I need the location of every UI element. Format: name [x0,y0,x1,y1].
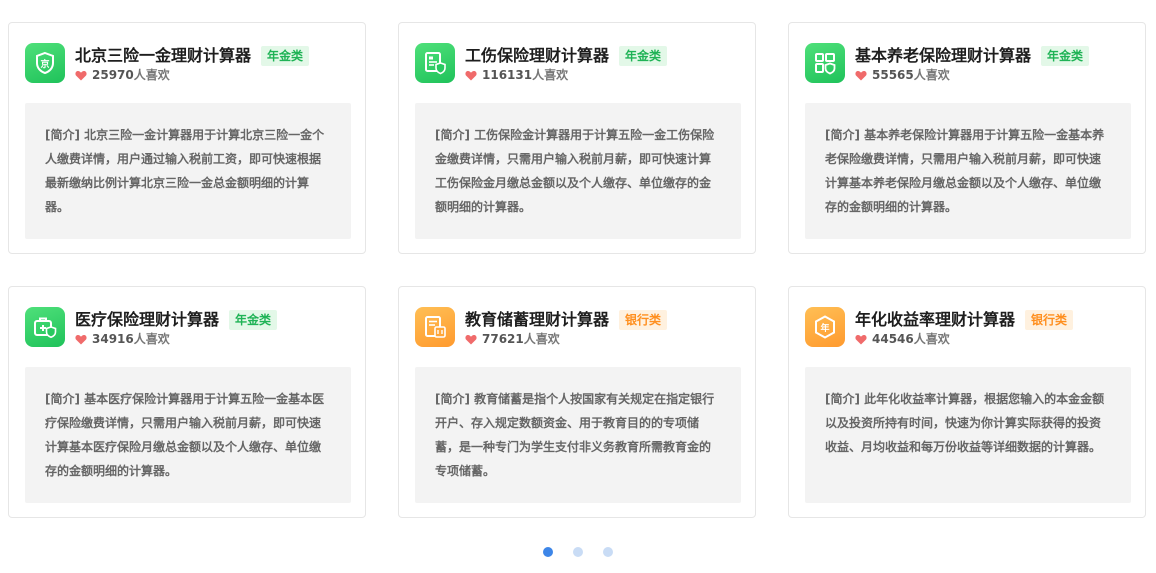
heart-icon [465,70,477,80]
medical-kit-shield-icon [25,307,65,347]
grid-shield-icon [805,43,845,83]
svg-text:年: 年 [820,322,829,334]
pagination-dot-3[interactable] [603,547,613,557]
document-shield-icon [415,43,455,83]
likes-count: 34916 人喜欢 [75,331,170,347]
card-description: [简介] 此年化收益率计算器，根据您输入的本金金额以及投资所持有时间，快速为你计… [805,367,1131,503]
likes-count: 77621 人喜欢 [465,331,560,347]
heart-icon [855,70,867,80]
beijing-shield-icon: 京 [25,43,65,83]
card-description: [简介] 北京三险一金计算器用于计算北京三险一金个人缴费详情，用户通过输入税前工… [25,103,351,239]
category-badge: 银行类 [619,310,668,330]
category-badge: 年金类 [1041,46,1090,66]
card-title[interactable]: 教育储蓄理财计算器 银行类 [465,309,668,331]
heart-icon [75,334,87,344]
category-badge: 年金类 [619,46,668,66]
card-description: [简介] 教育储蓄是指个人按国家有关规定在指定银行开户、存入规定数额资金、用于教… [415,367,741,503]
heart-icon [855,334,867,344]
card-title[interactable]: 基本养老保险理财计算器 年金类 [855,45,1090,67]
heart-icon [75,70,87,80]
heart-icon [465,334,477,344]
pagination-dot-2[interactable] [573,547,583,557]
calculator-card[interactable]: 年 年化收益率理财计算器 银行类 44546 人喜欢 [简介] 此年化收益率计算器… [788,286,1146,518]
pagination-dot-1[interactable] [543,547,553,557]
savings-document-icon [415,307,455,347]
calculator-card[interactable]: 工伤保险理财计算器 年金类 116131 人喜欢 [简介] 工伤保险金计算器用于计… [398,22,756,254]
calculator-card[interactable]: 基本养老保险理财计算器 年金类 55565 人喜欢 [简介] 基本养老保险计算器用… [788,22,1146,254]
card-description: [简介] 工伤保险金计算器用于计算五险一金工伤保险金缴费详情，只需用户输入税前月… [415,103,741,239]
annual-hexagon-icon: 年 [805,307,845,347]
likes-count: 25970 人喜欢 [75,67,170,83]
likes-count: 55565 人喜欢 [855,67,950,83]
calculator-card[interactable]: 京 北京三险一金理财计算器 年金类 25970 人喜欢 [简介] 北京三险一金计算… [8,22,366,254]
likes-count: 44546 人喜欢 [855,331,950,347]
category-badge: 年金类 [261,46,310,66]
card-title[interactable]: 北京三险一金理财计算器 年金类 [75,45,310,67]
card-description: [简介] 基本医疗保险计算器用于计算五险一金基本医疗保险缴费详情，只需用户输入税… [25,367,351,503]
category-badge: 年金类 [229,310,278,330]
card-title[interactable]: 医疗保险理财计算器 年金类 [75,309,278,331]
pagination-dots [0,547,1156,559]
category-badge: 银行类 [1025,310,1074,330]
card-title[interactable]: 工伤保险理财计算器 年金类 [465,45,668,67]
calculator-card[interactable]: 医疗保险理财计算器 年金类 34916 人喜欢 [简介] 基本医疗保险计算器用于计… [8,286,366,518]
svg-text:京: 京 [40,58,49,70]
card-description: [简介] 基本养老保险计算器用于计算五险一金基本养老保险缴费详情，只需用户输入税… [805,103,1131,239]
card-title[interactable]: 年化收益率理财计算器 银行类 [855,309,1074,331]
calculator-card[interactable]: 教育储蓄理财计算器 银行类 77621 人喜欢 [简介] 教育储蓄是指个人按国家有… [398,286,756,518]
likes-count: 116131 人喜欢 [465,67,568,83]
